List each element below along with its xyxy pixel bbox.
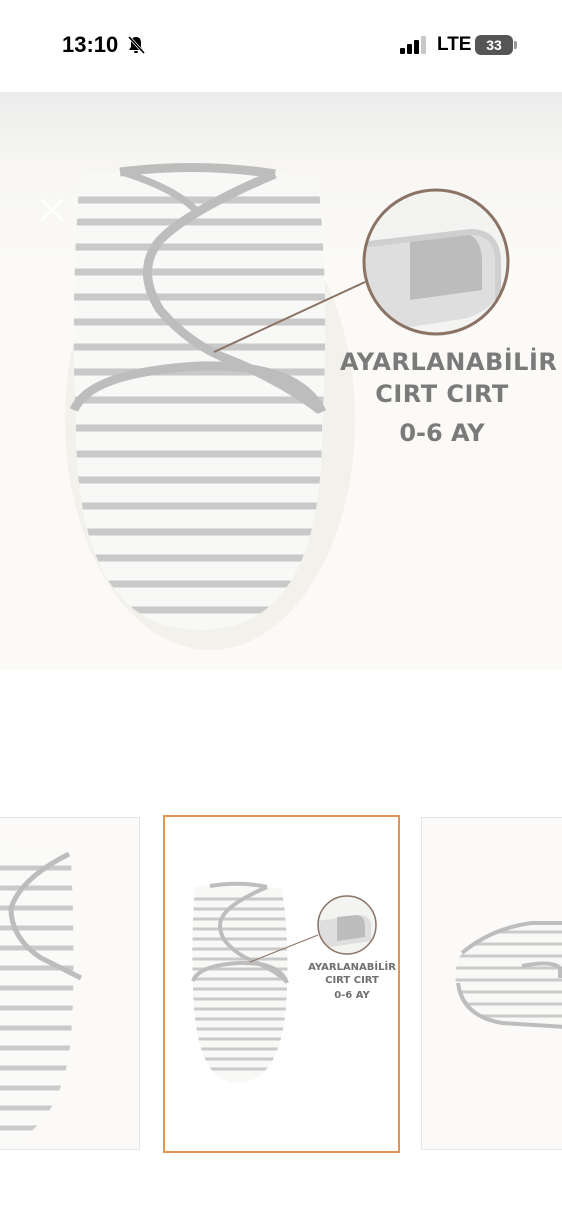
signal-bars-icon: [400, 36, 426, 54]
battery-icon: 33: [475, 35, 513, 55]
bell-slash-icon: [127, 35, 146, 55]
thumb-caption-line3: 0-6 AY: [334, 990, 370, 1001]
callout-line2: CIRT CIRT: [375, 380, 509, 408]
callout-title: AYARLANABİLİR CIRT CIRT: [340, 346, 558, 410]
callout-age: 0-6 AY: [399, 419, 485, 447]
status-bar: 13:10 LTE 33: [0, 0, 562, 92]
network-type: LTE: [437, 34, 472, 55]
thumbnail-right-image: [455, 921, 562, 1029]
callout-line1: AYARLANABİLİR: [340, 348, 558, 376]
thumb-caption-line2: CIRT CIRT: [325, 975, 379, 986]
thumbnail-left[interactable]: [0, 817, 140, 1150]
status-time: 13:10: [62, 32, 119, 57]
close-icon: [41, 199, 63, 221]
thumb-caption-line1: AYARLANABİLİR: [308, 962, 396, 973]
thumbnail-strip: AYARLANABİLİR CIRT CIRT 0-6 AY: [0, 815, 562, 1155]
close-button[interactable]: [38, 196, 68, 226]
thumbnail-right[interactable]: [421, 817, 562, 1150]
thumbnail-selected[interactable]: AYARLANABİLİR CIRT CIRT 0-6 AY: [163, 815, 400, 1153]
battery-tip: [514, 41, 517, 49]
thumb-caption: AYARLANABİLİR CIRT CIRT 0-6 AY: [297, 961, 398, 1002]
product-hero-image[interactable]: AYARLANABİLİR CIRT CIRT 0-6 AY: [0, 92, 562, 670]
thumbnail-left-image: [0, 846, 83, 1147]
